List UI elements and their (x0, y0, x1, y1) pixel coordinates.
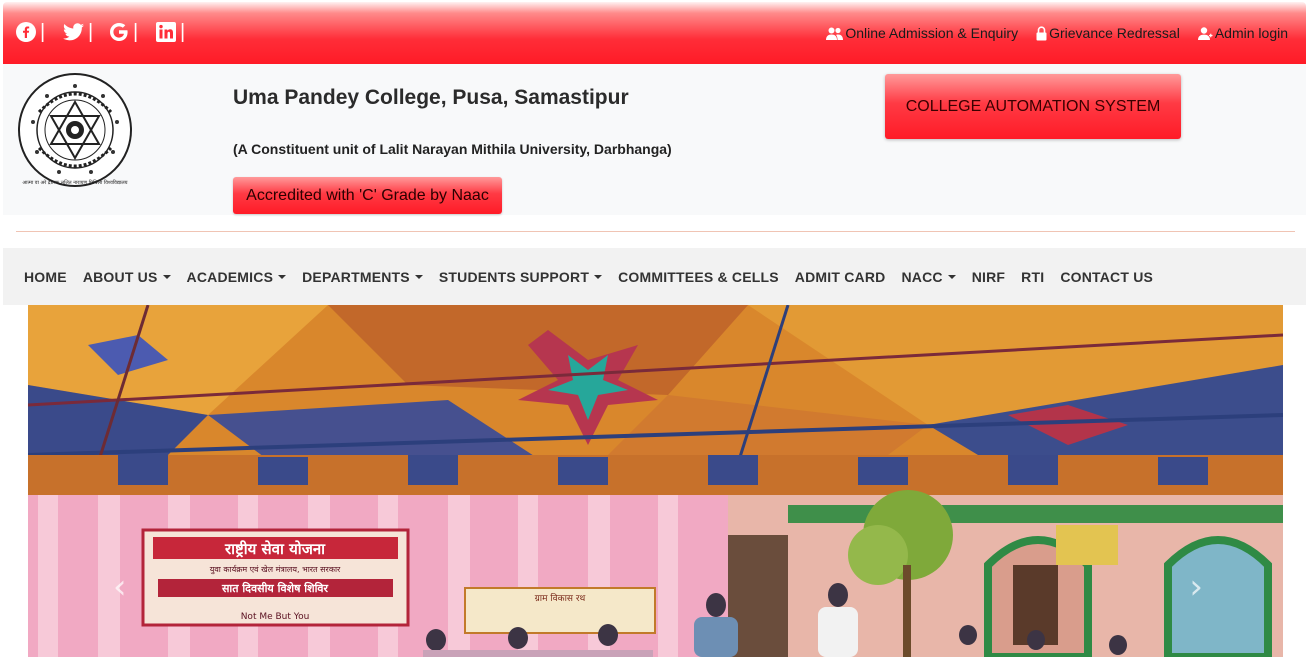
nav-rti[interactable]: RTI (1013, 269, 1052, 285)
banner-line-1: राष्ट्रीय सेवा योजना (224, 540, 326, 558)
admin-login-label: Admin login (1214, 25, 1288, 41)
image-carousel[interactable]: राष्ट्रीय सेवा योजना युवा कार्यक्रम एवं … (28, 305, 1283, 657)
banner-2-text: ग्राम विकास रथ (535, 592, 586, 604)
social-separator: | (40, 21, 46, 43)
top-bar: | | | | Online Admission & Enquiry Griev… (3, 2, 1306, 64)
social-separator: | (180, 21, 186, 43)
caret-down-icon (162, 274, 171, 279)
social-separator: | (88, 21, 94, 43)
nav-home-label: HOME (24, 268, 67, 285)
carousel-prev-button[interactable]: ‹ (113, 567, 127, 607)
carousel-next-button[interactable]: › (1189, 567, 1203, 607)
twitter-icon (63, 23, 84, 41)
caret-down-icon (278, 274, 287, 279)
social-google[interactable]: | (109, 22, 138, 42)
nav-rti-label: RTI (1021, 268, 1045, 285)
nav-nacc[interactable]: NACC (893, 269, 963, 285)
nav-contact-us[interactable]: CONTACT US (1052, 269, 1161, 285)
nav-admit-card[interactable]: ADMIT CARD (787, 269, 894, 285)
nav-committees-label: COMMITTEES & CELLS (618, 268, 779, 285)
site-header: आत्मा वा अरे द्रष्टव्यः ललित नारायण मिथि… (3, 64, 1306, 215)
nav-home[interactable]: HOME (16, 269, 75, 285)
nav-about-us[interactable]: ABOUT US (75, 269, 179, 285)
social-linkedin[interactable]: | (156, 22, 185, 42)
nav-nirf-label: NIRF (971, 268, 1006, 285)
top-links: Online Admission & Enquiry Grievance Red… (826, 25, 1288, 41)
social-facebook[interactable]: | (16, 22, 45, 42)
facebook-icon (16, 22, 36, 42)
caret-down-icon (947, 274, 956, 279)
nav-committees[interactable]: COMMITTEES & CELLS (610, 269, 787, 285)
caret-down-icon (594, 274, 603, 279)
nav-nacc-label: NACC (901, 268, 943, 285)
online-admission-link[interactable]: Online Admission & Enquiry (826, 25, 1018, 41)
social-twitter[interactable]: | (63, 22, 93, 42)
banner-line-3: सात दिवसीय विशेष शिविर (221, 581, 329, 595)
lock-icon (1036, 25, 1047, 40)
admin-login-link[interactable]: Admin login (1197, 25, 1288, 41)
carousel-slide-image: राष्ट्रीय सेवा योजना युवा कार्यक्रम एवं … (28, 305, 1283, 657)
users-icon (826, 27, 844, 40)
college-affiliation: (A Constituent unit of Lalit Narayan Mit… (233, 141, 672, 157)
nav-about-label: ABOUT US (82, 268, 158, 285)
nav-students-label: STUDENTS SUPPORT (438, 268, 590, 285)
nav-departments-label: DEPARTMENTS (302, 268, 410, 285)
grievance-link[interactable]: Grievance Redressal (1036, 25, 1180, 41)
main-navbar: HOME ABOUT US ACADEMICS DEPARTMENTS STUD… (3, 248, 1306, 305)
college-logo[interactable]: आत्मा वा अरे द्रष्टव्यः ललित नारायण मिथि… (17, 72, 133, 188)
online-admission-label: Online Admission & Enquiry (845, 25, 1019, 41)
caret-down-icon (414, 274, 423, 279)
college-name: Uma Pandey College, Pusa, Samastipur (233, 86, 629, 109)
college-automation-system-button[interactable]: COLLEGE AUTOMATION SYSTEM (885, 74, 1181, 139)
header-divider (16, 231, 1295, 232)
naac-accreditation-badge: Accredited with 'C' Grade by Naac (233, 177, 502, 214)
nav-nirf[interactable]: NIRF (964, 269, 1013, 285)
nav-academics-label: ACADEMICS (186, 268, 274, 285)
linkedin-icon (156, 22, 176, 42)
nav-admit-label: ADMIT CARD (794, 268, 886, 285)
banner-line-2: युवा कार्यक्रम एवं खेल मंत्रालय, भारत सर… (210, 564, 341, 575)
google-icon (110, 23, 128, 41)
logo-text: आत्मा वा अरे द्रष्टव्यः ललित नारायण मिथि… (22, 179, 127, 186)
nav-students-support[interactable]: STUDENTS SUPPORT (431, 269, 610, 285)
nav-contact-label: CONTACT US (1060, 268, 1154, 285)
user-icon (1197, 26, 1213, 40)
nav-academics[interactable]: ACADEMICS (179, 269, 295, 285)
social-separator: | (133, 21, 139, 43)
banner-line-4: Not Me But You (241, 612, 310, 622)
grievance-label: Grievance Redressal (1049, 25, 1180, 41)
nav-departments[interactable]: DEPARTMENTS (294, 269, 431, 285)
